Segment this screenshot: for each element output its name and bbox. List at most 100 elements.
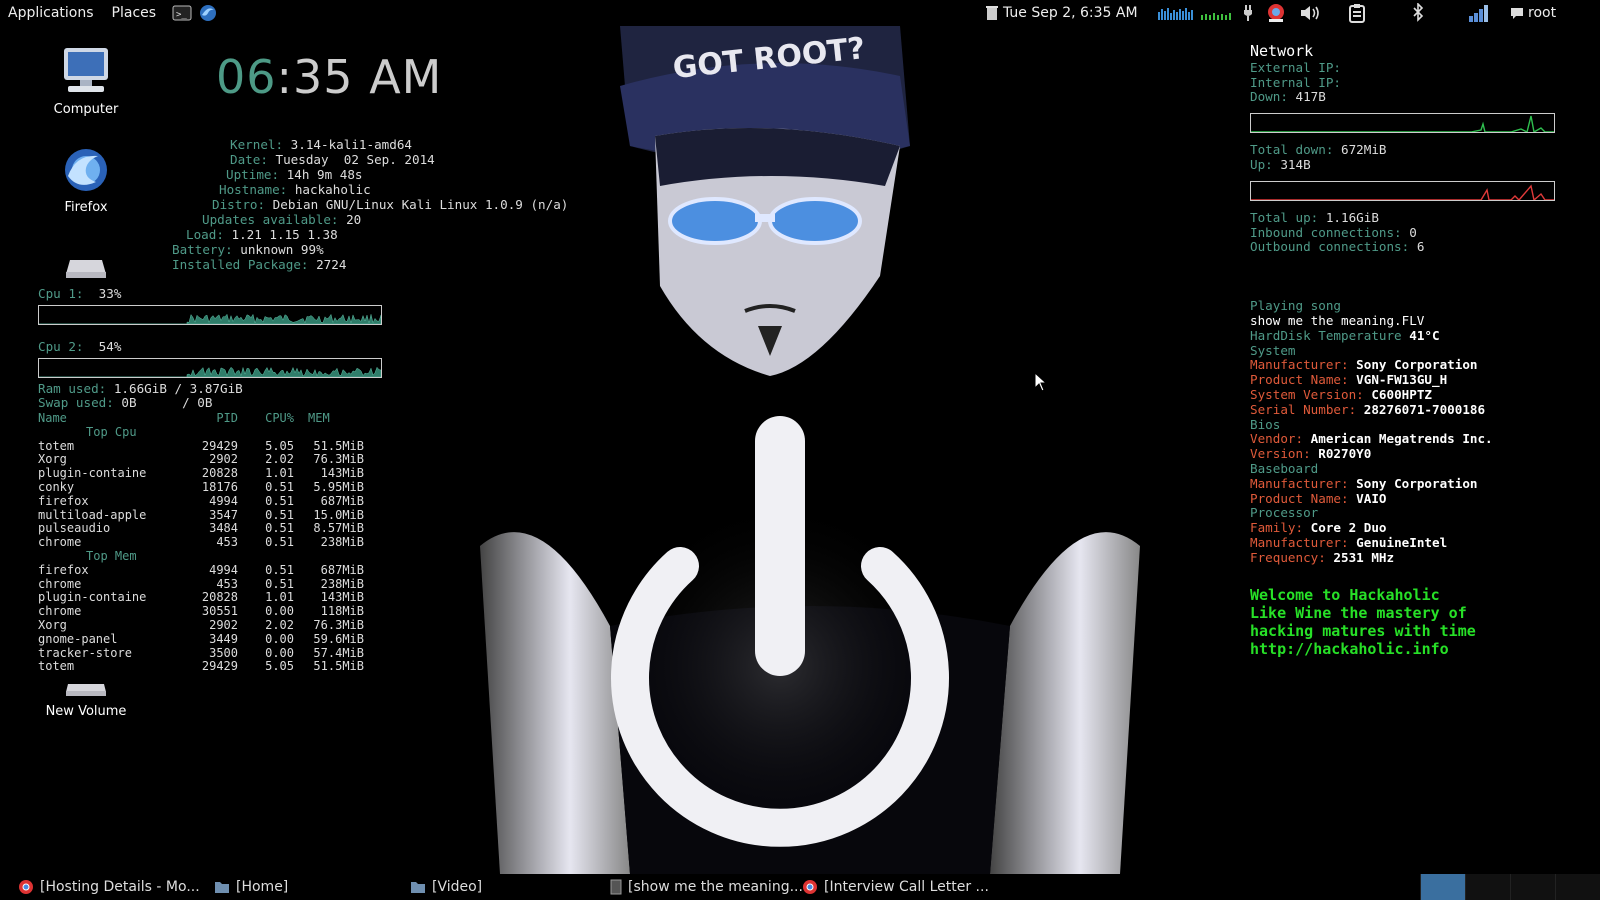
conky-clock: 06:35 AM (216, 50, 442, 104)
svg-text:>_: >_ (176, 10, 187, 20)
cpu2-graph (38, 358, 382, 378)
process-row: chrome 453 0.51 238MiB (38, 535, 364, 550)
cpu-monitor-applet-icon[interactable] (1158, 0, 1194, 26)
panel-clock[interactable]: Tue Sep 2, 6:35 AM (1003, 0, 1153, 26)
chrome-icon (803, 880, 817, 894)
top-cpu-list: totem 29429 5.05 51.5MiB Xorg 2902 2.02 76.3MiB… (38, 438, 378, 550)
top-panel: Applications Places >_ Tue Sep 2, 6:35 A… (0, 0, 1600, 26)
chrome-icon (19, 880, 33, 894)
internal-ip-row: Internal IP: (1250, 74, 1341, 90)
media-file-icon (610, 879, 622, 895)
places-menu[interactable]: Places (112, 5, 157, 21)
memory-info: Ram used: 1.66GiB / 3.87GiB Swap used: 0… (38, 382, 398, 410)
desktop-icon-new-volume[interactable]: New Volume (26, 682, 146, 719)
serial-row: Serial Number: 28276071-7000186 (1250, 401, 1486, 417)
process-row: gnome-panel 3449 0.00 59.6MiB (38, 631, 364, 646)
task-interview-call-letter[interactable]: [Interview Call Letter ... (802, 874, 989, 900)
process-row: totem 29429 5.05 51.5MiB (38, 659, 364, 674)
packages-row: Installed Package: 2724 (172, 257, 347, 272)
top-mem-title: Top Mem (86, 548, 137, 563)
workspace-2[interactable] (1465, 874, 1510, 900)
folder-icon (215, 882, 229, 893)
process-row: tracker-store 3500 0.00 57.4MiB (38, 645, 364, 660)
updates-row: Updates available: 20 (202, 212, 362, 227)
user-menu[interactable]: root (1528, 0, 1568, 26)
desktop-icon-computer[interactable]: Computer (26, 46, 146, 117)
terminal-launcher-icon[interactable]: >_ (172, 3, 192, 23)
cpu1-graph (38, 305, 382, 325)
net-monitor-applet-icon[interactable] (1200, 0, 1236, 26)
clock-hours: 06 (216, 50, 277, 104)
website-link[interactable]: http://hackaholic.info (1250, 640, 1570, 658)
task-video[interactable]: [Video] (410, 874, 482, 900)
system-info-panel: Kernel: 3.14-kali1-amd64 Date: Tuesday 0… (0, 137, 620, 272)
total-down-row: Total down: 672MiB (1250, 142, 1387, 158)
browser-launcher-icon[interactable] (198, 3, 218, 23)
cpu1-label: Cpu 1: 33% (38, 286, 122, 301)
task-show-me-the-meaning[interactable]: [show me the meaning... (610, 874, 803, 900)
song-title: show me the meaning.FLV (1250, 312, 1425, 328)
workspace-4[interactable] (1555, 874, 1600, 900)
top-cpu-title: Top Cpu (86, 424, 137, 439)
process-row: multiload-apple 3547 0.51 15.0MiB (38, 507, 364, 522)
vendor-row: Vendor: American Megatrends Inc. (1250, 431, 1493, 447)
desktop-icon-label: Computer (53, 102, 119, 117)
process-row: Xorg 2902 2.02 76.3MiB (38, 452, 364, 467)
welcome-message: Welcome to Hackaholic Like Wine the mast… (1250, 586, 1570, 658)
workspace-3[interactable] (1510, 874, 1555, 900)
applications-menu[interactable]: Applications (8, 5, 94, 21)
hdd-temp-row: HardDisk Temperature 41°C (1250, 327, 1440, 343)
process-table-header: Name PID CPU% MEM (38, 411, 330, 425)
clock-minutes: :35 AM (276, 50, 443, 104)
download-graph-plot (1251, 116, 1554, 133)
cpu2-label: Cpu 2: 54% (38, 339, 122, 354)
family-row: Family: Core 2 Duo (1250, 520, 1387, 536)
cpu-manufacturer-row: Manufacturer: GenuineIntel (1250, 534, 1448, 550)
top-mem-list: firefox 4994 0.51 687MiB chrome 453 0.51 238MiB… (38, 562, 378, 674)
taskbar: [Hosting Details - Mo... [Home] [Video] … (0, 874, 1600, 900)
volume-icon[interactable] (1298, 0, 1324, 26)
process-row: firefox 4994 0.51 687MiB (38, 562, 364, 577)
chat-bubble-icon[interactable] (1508, 0, 1526, 26)
bios-section-title: Bios (1250, 416, 1281, 432)
uptime-row: Uptime: 14h 9m 48s (226, 167, 363, 182)
trash-icon[interactable] (984, 0, 1000, 26)
process-row: totem 29429 5.05 51.5MiB (38, 438, 364, 453)
workspace-1[interactable] (1420, 874, 1465, 900)
date-row: Date: Tuesday 02 Sep. 2014 (230, 152, 435, 167)
baseboard-section-title: Baseboard (1250, 460, 1319, 476)
task-hosting-details[interactable]: [Hosting Details - Mo... (18, 874, 200, 900)
process-row: conky 18176 0.51 5.95MiB (38, 479, 364, 494)
frequency-row: Frequency: 2531 MHz (1250, 549, 1395, 565)
bb-product-row: Product Name: VAIO (1250, 490, 1387, 506)
battery-row: Battery: unknown 99% (172, 242, 324, 257)
inbound-row: Inbound connections: 0 (1250, 224, 1417, 240)
up-row: Up: 314B (1250, 156, 1311, 172)
download-graph (1250, 113, 1555, 134)
process-row: chrome 30551 0.00 118MiB (38, 604, 364, 619)
computer-icon (64, 48, 108, 92)
bluetooth-icon[interactable] (1408, 0, 1428, 26)
process-row: firefox 4994 0.51 687MiB (38, 493, 364, 508)
network-manager-icon[interactable] (1264, 0, 1288, 26)
bb-manufacturer-row: Manufacturer: Sony Corporation (1250, 475, 1478, 491)
network-hardware-panel: Network External IP: Internal IP: Down: … (1250, 44, 1570, 658)
system-section-title: System (1250, 342, 1296, 358)
distro-row: Distro: Debian GNU/Linux Kali Linux 1.0.… (212, 197, 569, 212)
process-row: plugin-containe 20828 1.01 143MiB (38, 466, 364, 481)
desktop-icon-label: New Volume (45, 704, 127, 719)
manufacturer-row: Manufacturer: Sony Corporation (1250, 357, 1478, 373)
network-title: Network (1250, 42, 1314, 60)
kernel-row: Kernel: 3.14-kali1-amd64 (230, 137, 412, 152)
drive-icon (66, 684, 106, 696)
power-plug-icon[interactable] (1240, 0, 1256, 26)
process-table: Name PID CPU% MEM Top Cpu totem 29429 5.05… (38, 411, 378, 674)
process-row: chrome 453 0.51 238MiB (38, 576, 364, 591)
process-row: plugin-containe 20828 1.01 143MiB (38, 590, 364, 605)
clipboard-icon[interactable] (1345, 0, 1369, 26)
task-home[interactable]: [Home] (214, 874, 288, 900)
signal-strength-icon[interactable] (1466, 0, 1492, 26)
cpu2-graph-plot (39, 366, 381, 377)
system-version-row: System Version: C600HPTZ (1250, 386, 1432, 402)
outbound-row: Outbound connections: 6 (1250, 239, 1425, 255)
